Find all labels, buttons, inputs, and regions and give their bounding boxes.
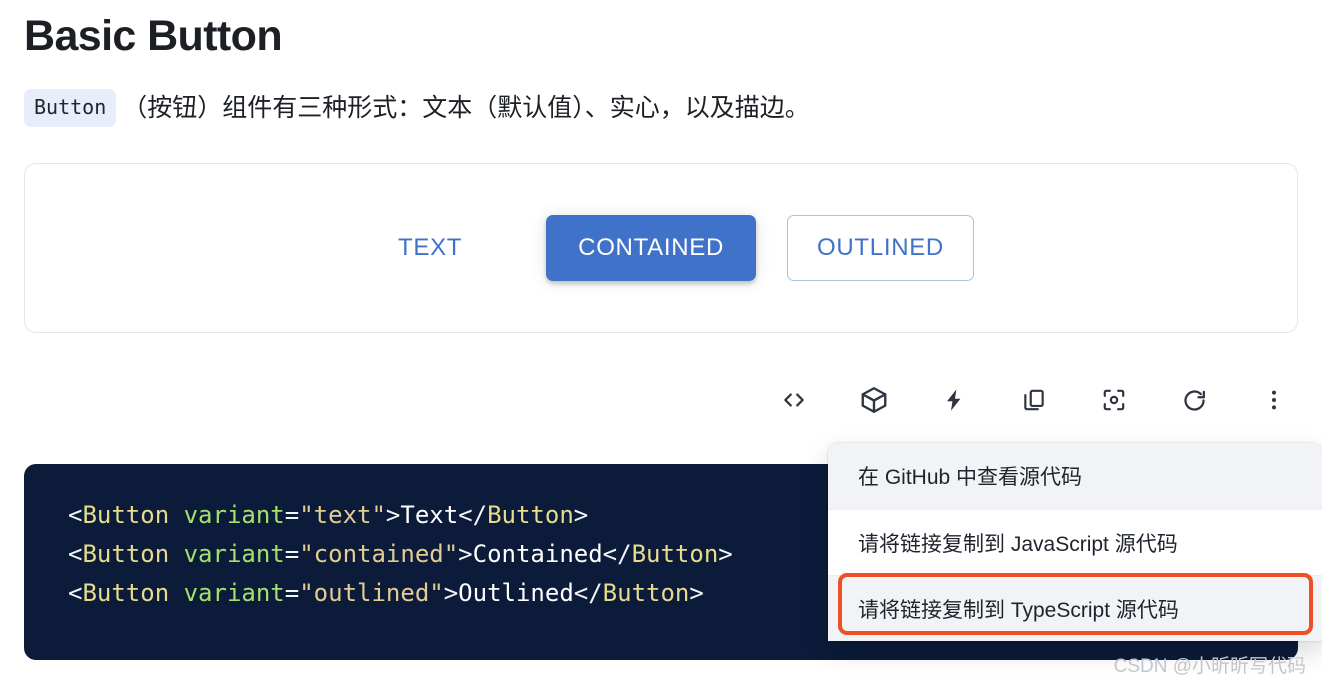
code-token-punct [169, 501, 183, 529]
code-token-punct [169, 540, 183, 568]
code-token-tag: Button [82, 579, 170, 607]
code-token-attr: variant [183, 579, 285, 607]
code-token-str: "outlined" [299, 579, 444, 607]
menu-item-copy-javascript-source[interactable]: 请将链接复制到 JavaScript 源代码 [828, 509, 1322, 575]
source-options-menu: 在 GitHub 中查看源代码 请将链接复制到 JavaScript 源代码 请… [828, 443, 1322, 641]
open-canvas-button[interactable] [848, 378, 900, 422]
code-token-tag: Button [82, 501, 170, 529]
interactions-button[interactable] [928, 378, 980, 422]
code-token-punct: > [718, 540, 733, 568]
description-text: （按钮）组件有三种形式：文本（默认值）、实心，以及描边。 [122, 94, 810, 122]
watermark: CSDN @小昕昕写代码 [1113, 656, 1306, 677]
code-token-punct: </ [458, 501, 488, 529]
code-token-punct: > [689, 579, 704, 607]
code-token-attr: variant [183, 540, 285, 568]
code-token-punct: < [68, 501, 83, 529]
code-token-punct: > [443, 579, 459, 607]
code-token-tag: Button [82, 540, 170, 568]
menu-item-view-github-source[interactable]: 在 GitHub 中查看源代码 [828, 443, 1322, 509]
code-token-punct: = [284, 579, 300, 607]
code-brackets-icon [781, 387, 807, 413]
demo-preview-panel: TEXT CONTAINED OUTLINED [24, 163, 1298, 333]
code-token-txt: Text [400, 501, 459, 529]
reload-button[interactable] [1168, 378, 1220, 422]
zoom-focus-button[interactable] [1088, 378, 1140, 422]
code-token-punct: </ [602, 540, 632, 568]
demo-button-contained[interactable]: CONTAINED [546, 215, 757, 281]
code-token-txt: Outlined [458, 579, 574, 607]
code-token-punct [169, 579, 183, 607]
more-vertical-icon [1261, 387, 1287, 413]
page-description: Button （按钮）组件有三种形式：文本（默认值）、实心，以及描边。 [24, 86, 1298, 131]
more-options-button[interactable] [1248, 378, 1300, 422]
page-root: Basic Button Button （按钮）组件有三种形式：文本（默认值）、实… [0, 0, 1322, 686]
code-token-attr: variant [183, 501, 285, 529]
code-token-tag: Button [631, 540, 719, 568]
copy-button[interactable] [1008, 378, 1060, 422]
code-token-punct: < [68, 540, 83, 568]
menu-item-copy-typescript-source[interactable]: 请将链接复制到 TypeScript 源代码 [828, 575, 1322, 641]
focus-frame-icon [1101, 387, 1127, 413]
code-token-punct: = [284, 540, 300, 568]
code-token-punct: > [573, 501, 589, 529]
demo-button-text[interactable]: TEXT [376, 219, 484, 277]
show-code-button[interactable] [768, 378, 820, 422]
cube-icon [859, 385, 889, 415]
button-group: TEXT CONTAINED OUTLINED [376, 215, 974, 281]
code-token-tag: Button [487, 501, 574, 529]
lightning-bolt-icon [941, 387, 967, 413]
code-token-punct: = [284, 501, 300, 529]
code-token-punct: > [385, 501, 401, 529]
copy-icon [1021, 387, 1047, 413]
code-token-str: "contained" [299, 540, 459, 568]
code-token-punct: </ [573, 579, 603, 607]
page-title: Basic Button [24, 12, 283, 60]
code-token-str: "text" [299, 501, 386, 529]
code-token-punct: > [458, 540, 473, 568]
code-token-punct: < [68, 579, 83, 607]
story-toolbar [768, 375, 1300, 425]
demo-button-outlined[interactable]: OUTLINED [787, 215, 974, 281]
refresh-icon [1181, 387, 1208, 414]
inline-code-badge: Button [24, 89, 117, 127]
code-token-tag: Button [602, 579, 690, 607]
code-token-txt: Contained [472, 540, 603, 568]
